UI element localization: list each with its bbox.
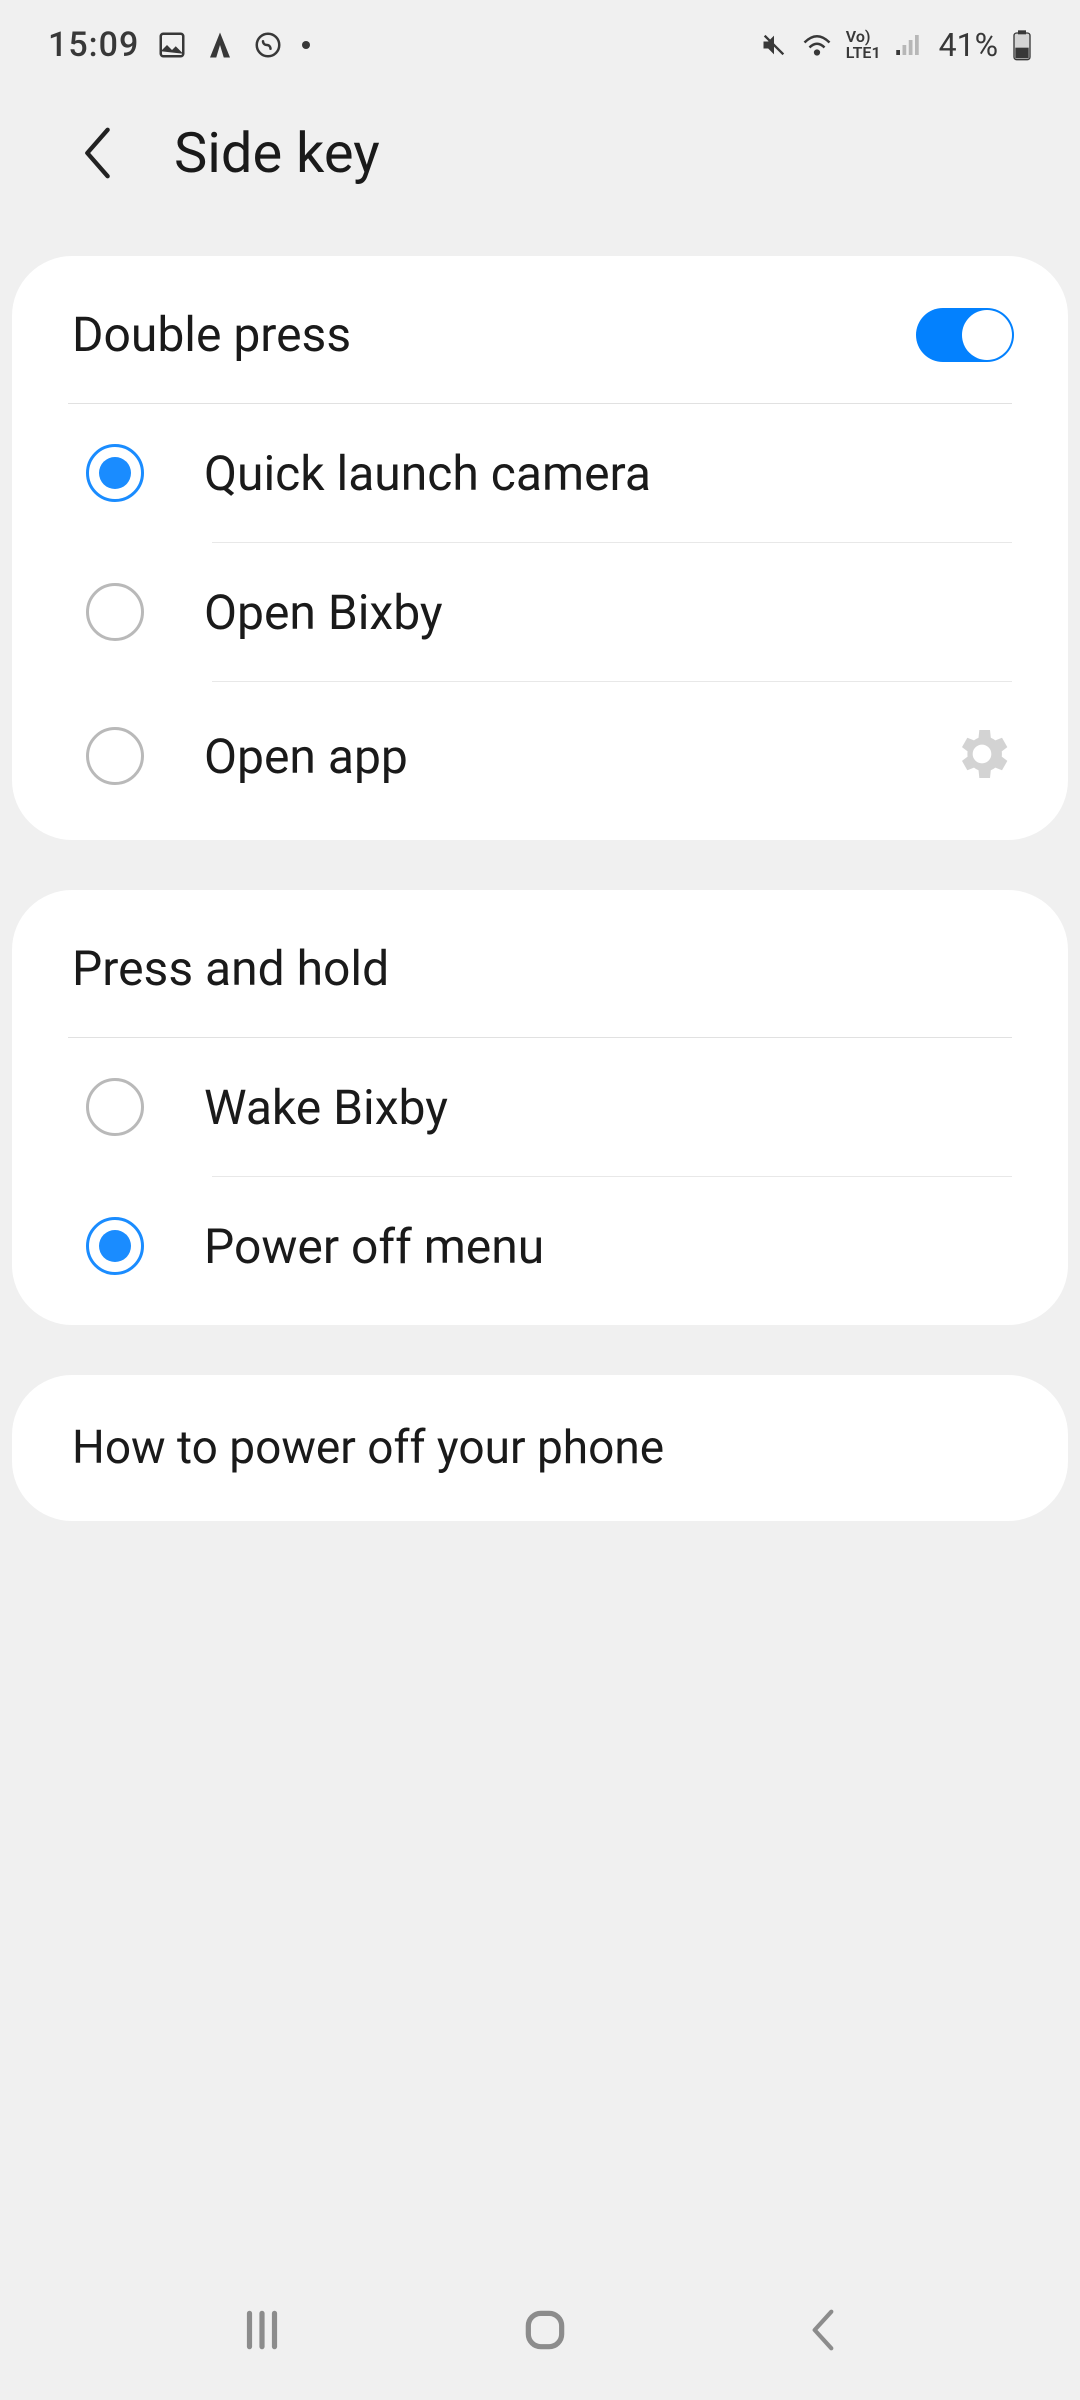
radio-icon — [86, 444, 144, 502]
nav-back-button[interactable] — [803, 2305, 843, 2355]
mute-icon — [760, 31, 788, 59]
page-title: Side key — [174, 120, 380, 186]
double-press-section: Double press Quick launch camera Open Bi… — [12, 256, 1068, 840]
option-open-app[interactable]: Open app — [12, 682, 1068, 830]
radio-icon — [86, 583, 144, 641]
gear-icon[interactable] — [950, 722, 1014, 790]
option-label: Open app — [204, 728, 890, 785]
radio-icon — [86, 727, 144, 785]
image-icon — [157, 30, 187, 60]
option-label: Quick launch camera — [204, 445, 1014, 502]
app-icon-a — [205, 30, 235, 60]
power-off-help[interactable]: How to power off your phone — [12, 1375, 1068, 1521]
status-bar: 15:09 Vo)LTE1 41% — [0, 0, 1080, 90]
option-quick-launch-camera[interactable]: Quick launch camera — [12, 404, 1068, 542]
battery-text: 41% — [939, 26, 998, 64]
option-label: Wake Bixby — [204, 1079, 1014, 1136]
whatsapp-icon — [253, 30, 283, 60]
option-wake-bixby[interactable]: Wake Bixby — [12, 1038, 1068, 1176]
option-label: Open Bixby — [204, 584, 1014, 641]
wifi-icon — [802, 32, 832, 58]
info-text: How to power off your phone — [72, 1421, 664, 1475]
radio-icon — [86, 1078, 144, 1136]
option-power-off-menu[interactable]: Power off menu — [12, 1177, 1068, 1315]
press-hold-title: Press and hold — [72, 940, 389, 997]
battery-icon — [1012, 29, 1032, 61]
double-press-toggle[interactable] — [916, 308, 1014, 362]
dot-icon — [301, 40, 311, 50]
double-press-title: Double press — [72, 306, 351, 363]
option-open-bixby[interactable]: Open Bixby — [12, 543, 1068, 681]
navigation-bar — [0, 2260, 1080, 2400]
back-button[interactable] — [78, 124, 114, 182]
home-button[interactable] — [520, 2305, 570, 2355]
option-label: Power off menu — [204, 1218, 1014, 1275]
press-hold-section: Press and hold Wake Bixby Power off menu — [12, 890, 1068, 1325]
signal-icon — [895, 32, 925, 58]
app-header: Side key — [0, 90, 1080, 256]
volte-icon: Vo)LTE1 — [846, 29, 881, 61]
status-time: 15:09 — [48, 25, 139, 65]
recents-button[interactable] — [237, 2305, 287, 2355]
radio-icon — [86, 1217, 144, 1275]
